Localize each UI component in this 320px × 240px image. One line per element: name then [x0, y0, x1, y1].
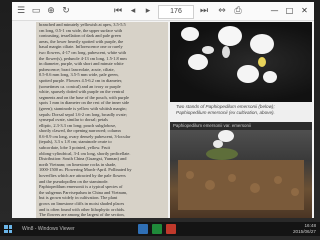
windows-start-icon[interactable] — [4, 225, 12, 233]
first-page-icon[interactable]: ⏮ — [112, 6, 124, 17]
orchid-flower — [237, 34, 277, 83]
menu-icon[interactable]: ☰ — [15, 6, 27, 17]
spreadsheet-icon[interactable] — [152, 224, 162, 234]
maximize-button[interactable]: □ — [283, 5, 296, 17]
document-figure-column: Two stands of Paphiopedilum emersonii (b… — [170, 22, 312, 218]
taskbar-app-label[interactable]: Win8 - Windows Viewer — [22, 224, 94, 234]
print-icon[interactable]: ⎙ — [232, 6, 244, 17]
pdf-viewer-icon[interactable] — [166, 224, 176, 234]
file-explorer-icon[interactable] — [138, 224, 148, 234]
zoom-icon[interactable]: ⊕ — [45, 6, 57, 17]
orchid-photo-bottom: Paphiopedilum emersonii var. emersonii — [170, 122, 312, 218]
orchid-flower — [218, 130, 234, 142]
viewer-toolbar: ☰ ▭ ⊕ ↻ ⏮ ◂ ▸ 176 ⏭ ⇔ ⎙ — □ ✕ — [12, 2, 314, 21]
taskbar-clock[interactable]: 16:48 2015/06/27 — [293, 223, 316, 235]
last-page-icon[interactable]: ⏭ — [198, 6, 210, 17]
prev-page-icon[interactable]: ◂ — [127, 6, 139, 17]
orchid-leaves — [206, 148, 238, 160]
clock-date: 2015/06/27 — [293, 229, 316, 234]
windows-taskbar: Win8 - Windows Viewer 16:48 2015/06/27 — [0, 222, 320, 236]
rotate-icon[interactable]: ↻ — [60, 6, 72, 17]
potted-orchid-illustration — [178, 130, 304, 210]
document-viewer-window: ☰ ▭ ⊕ ↻ ⏮ ◂ ▸ 176 ⏭ ⇔ ⎙ — □ ✕ branched a… — [12, 2, 314, 218]
figure-caption-top: Two stands of Paphiopedilum emersonii (b… — [176, 104, 275, 115]
window-controls: — □ ✕ — [268, 5, 312, 17]
bark-substrate — [178, 160, 304, 210]
orchid-flower — [218, 26, 242, 58]
next-page-icon[interactable]: ▸ — [142, 6, 154, 17]
minimize-button[interactable]: — — [268, 5, 281, 17]
page-number-input[interactable]: 176 — [158, 5, 194, 19]
photo-label-strip: Paphiopedilum emersonii var. emersonii — [170, 122, 312, 130]
fit-width-icon[interactable]: ⇔ — [216, 6, 228, 17]
page-view-icon[interactable]: ▭ — [30, 6, 42, 17]
orchid-flower — [181, 27, 214, 70]
system-tray: 16:48 2015/06/27 — [256, 223, 316, 235]
close-button[interactable]: ✕ — [298, 5, 311, 17]
orchid-flowers-illustration — [181, 26, 277, 83]
orchid-photo-top — [170, 22, 312, 102]
document-text-column: branched and minutely yellowish at apex,… — [36, 22, 168, 218]
